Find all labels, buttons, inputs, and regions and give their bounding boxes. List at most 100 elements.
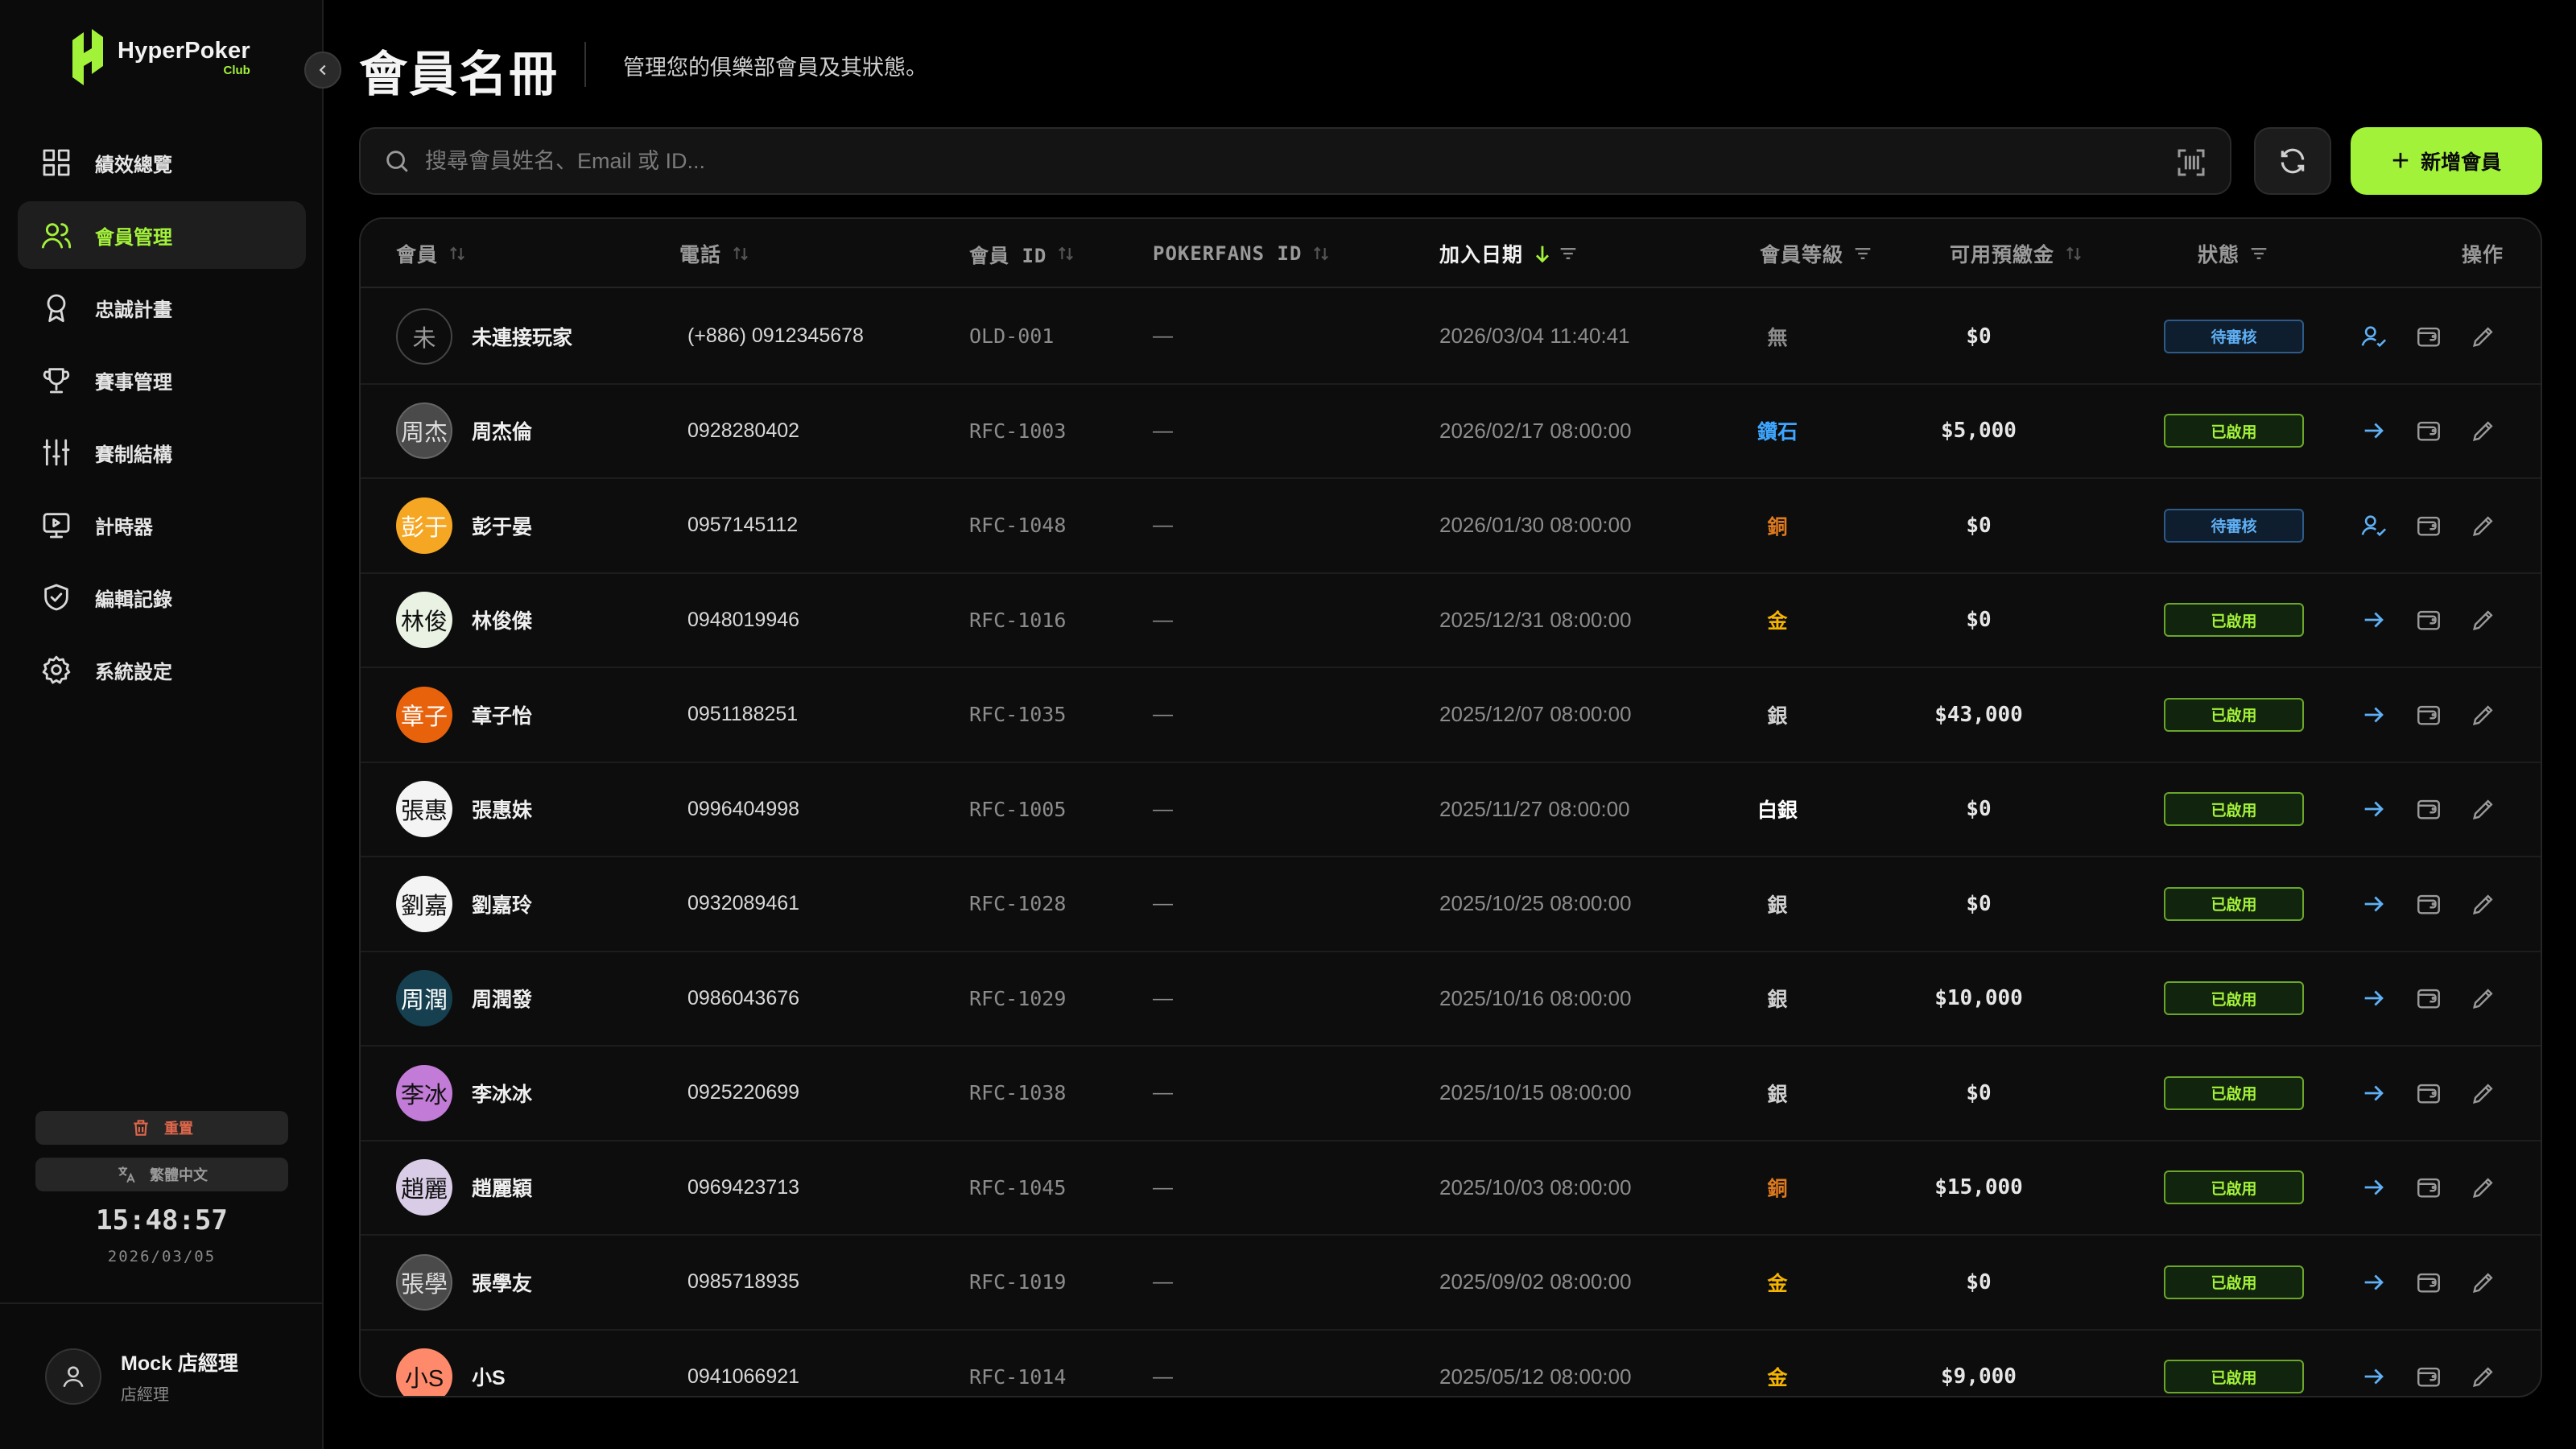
- search-bar[interactable]: [359, 127, 2231, 195]
- wallet-icon[interactable]: [2415, 701, 2442, 729]
- edit-icon[interactable]: [2470, 985, 2497, 1012]
- edit-icon[interactable]: [2470, 890, 2497, 918]
- add-member-button[interactable]: + 新增會員: [2351, 127, 2542, 195]
- member-cell[interactable]: 張學 張學友: [396, 1236, 532, 1329]
- col-tier[interactable]: 會員等級: [1760, 219, 1874, 288]
- table-row[interactable]: 劉嘉 劉嘉玲 0932089461 RFC-1028 — 2025/10/25 08:00…: [361, 857, 2541, 952]
- table-row[interactable]: 彭于 彭于晏 0957145112 RFC-1048 — 2026/01/30 08:00…: [361, 479, 2541, 574]
- member-id-cell: RFC-1016: [969, 608, 1067, 632]
- wallet-icon[interactable]: [2415, 512, 2442, 539]
- arrow-right-icon[interactable]: [2360, 985, 2388, 1012]
- filter-icon[interactable]: [1557, 242, 1579, 265]
- table-row[interactable]: 張惠 張惠妹 0996404998 RFC-1005 — 2025/11/27 08:00…: [361, 763, 2541, 857]
- table-row[interactable]: 李冰 李冰冰 0925220699 RFC-1038 — 2025/10/15 08:00…: [361, 1046, 2541, 1141]
- search-input[interactable]: [425, 148, 2035, 174]
- table-row[interactable]: 林俊 林俊傑 0948019946 RFC-1016 — 2025/12/31 08:00…: [361, 574, 2541, 668]
- nav-item-2[interactable]: 忠誠計畫: [18, 274, 306, 341]
- member-cell[interactable]: 劉嘉 劉嘉玲: [396, 857, 532, 951]
- wallet-icon[interactable]: [2415, 1174, 2442, 1201]
- nav-item-3[interactable]: 賽事管理: [18, 346, 306, 414]
- scan-icon[interactable]: [2175, 147, 2207, 179]
- reset-button[interactable]: 重置: [35, 1111, 288, 1145]
- member-cell[interactable]: 周杰 周杰倫: [396, 385, 532, 478]
- nav-item-7[interactable]: 系統設定: [18, 636, 306, 704]
- edit-icon[interactable]: [2470, 512, 2497, 539]
- wallet-icon[interactable]: [2415, 606, 2442, 634]
- language-button[interactable]: 繁體中文: [35, 1158, 288, 1191]
- edit-icon[interactable]: [2470, 606, 2497, 634]
- add-member-label: 新增會員: [2421, 151, 2502, 174]
- table-row[interactable]: 未未連接玩家 (+886) 0912345678 OLD-001 — 2026/03/0…: [361, 290, 2541, 385]
- arrow-right-icon[interactable]: [2360, 701, 2388, 729]
- col-status[interactable]: 狀態: [2198, 219, 2270, 288]
- wallet-icon[interactable]: [2415, 890, 2442, 918]
- balance-cell: $0: [1966, 324, 1992, 349]
- status-cell: 待審核: [2164, 290, 2304, 383]
- arrow-right-icon[interactable]: [2360, 1269, 2388, 1296]
- table-row[interactable]: 小S 小S 0941066921 RFC-1014 — 2025/05/12 08:00:…: [361, 1331, 2541, 1397]
- collapse-sidebar-button[interactable]: [304, 52, 341, 89]
- edit-icon[interactable]: [2470, 1363, 2497, 1390]
- member-cell[interactable]: 李冰 李冰冰: [396, 1046, 532, 1140]
- edit-icon[interactable]: [2470, 1080, 2497, 1107]
- sort-icon: [733, 246, 748, 261]
- col-join-date[interactable]: 加入日期: [1439, 219, 1579, 288]
- col-phone[interactable]: 電話: [679, 219, 752, 288]
- user-profile[interactable]: Mock 店經理 店經理: [45, 1348, 238, 1405]
- nav-item-5[interactable]: 計時器: [18, 491, 306, 559]
- approve-user-icon[interactable]: [2360, 512, 2388, 539]
- wallet-icon[interactable]: [2415, 417, 2442, 444]
- member-cell[interactable]: 張惠 張惠妹: [396, 763, 532, 857]
- col-member-id[interactable]: 會員 ID: [969, 219, 1077, 288]
- member-cell[interactable]: 林俊 林俊傑: [396, 574, 532, 667]
- edit-icon[interactable]: [2470, 795, 2497, 823]
- arrow-right-icon[interactable]: [2360, 890, 2388, 918]
- edit-icon[interactable]: [2470, 1174, 2497, 1201]
- nav-item-6[interactable]: 編輯記錄: [18, 564, 306, 631]
- approve-user-icon[interactable]: [2360, 323, 2388, 350]
- logo[interactable]: HyperPoker Club: [69, 29, 250, 85]
- nav-item-1[interactable]: 會員管理: [18, 201, 306, 269]
- phone-cell: 0948019946: [687, 608, 800, 631]
- wallet-icon[interactable]: [2415, 323, 2442, 350]
- member-cell[interactable]: 小S 小S: [396, 1331, 506, 1396]
- table-row[interactable]: 周杰 周杰倫 0928280402 RFC-1003 — 2026/02/17 08:00…: [361, 385, 2541, 479]
- actions-cell: [2360, 1236, 2497, 1329]
- edit-icon[interactable]: [2470, 1269, 2497, 1296]
- wallet-icon[interactable]: [2415, 985, 2442, 1012]
- member-cell[interactable]: 章子 章子怡: [396, 668, 532, 762]
- member-cell[interactable]: 彭于 彭于晏: [396, 479, 532, 572]
- status-badge: 已啟用: [2164, 1360, 2304, 1394]
- nav-item-0[interactable]: 績效總覽: [18, 129, 306, 196]
- col-member[interactable]: 會員: [396, 219, 469, 288]
- edit-icon[interactable]: [2470, 323, 2497, 350]
- pokerfans-id-cell: —: [1153, 514, 1173, 537]
- filter-icon[interactable]: [2248, 242, 2270, 265]
- arrow-right-icon[interactable]: [2360, 606, 2388, 634]
- nav-item-4[interactable]: 賽制結構: [18, 419, 306, 486]
- member-cell[interactable]: 趙麗 趙麗穎: [396, 1141, 532, 1235]
- table-row[interactable]: 張學 張學友 0985718935 RFC-1019 — 2025/09/02 08:00…: [361, 1236, 2541, 1331]
- wallet-icon[interactable]: [2415, 1080, 2442, 1107]
- col-pokerfans-id[interactable]: POKERFANS ID: [1153, 219, 1332, 288]
- member-cell[interactable]: 周潤 周潤發: [396, 952, 532, 1046]
- wallet-icon[interactable]: [2415, 1269, 2442, 1296]
- col-balance-label: 可用預繳金: [1950, 244, 2055, 266]
- filter-icon[interactable]: [1852, 242, 1874, 265]
- arrow-right-icon[interactable]: [2360, 1363, 2388, 1390]
- refresh-button[interactable]: [2254, 127, 2331, 195]
- edit-icon[interactable]: [2470, 701, 2497, 729]
- edit-icon[interactable]: [2470, 417, 2497, 444]
- table-row[interactable]: 周潤 周潤發 0986043676 RFC-1029 — 2025/10/16 08:00…: [361, 952, 2541, 1046]
- wallet-icon[interactable]: [2415, 1363, 2442, 1390]
- arrow-right-icon[interactable]: [2360, 417, 2388, 444]
- status-cell: 已啟用: [2164, 1331, 2304, 1397]
- member-cell[interactable]: 未未連接玩家: [396, 290, 572, 383]
- table-row[interactable]: 趙麗 趙麗穎 0969423713 RFC-1045 — 2025/10/03 08:00…: [361, 1141, 2541, 1236]
- arrow-right-icon[interactable]: [2360, 1080, 2388, 1107]
- arrow-right-icon[interactable]: [2360, 795, 2388, 823]
- arrow-right-icon[interactable]: [2360, 1174, 2388, 1201]
- wallet-icon[interactable]: [2415, 795, 2442, 823]
- col-balance[interactable]: 可用預繳金: [1950, 219, 2085, 288]
- table-row[interactable]: 章子 章子怡 0951188251 RFC-1035 — 2025/12/07 08:00…: [361, 668, 2541, 763]
